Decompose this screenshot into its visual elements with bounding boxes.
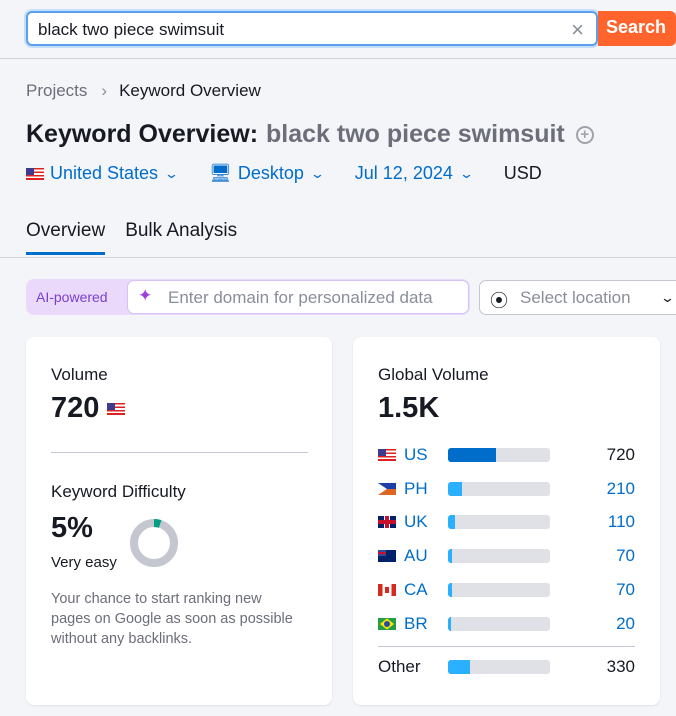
bar-track [448,616,550,631]
divider [378,646,635,647]
date-select[interactable]: Jul 12, 2024 ⌄ [354,163,474,184]
global-volume-card: Global Volume 1.5K US 720 PH 210 UK 110 … [353,337,660,705]
difficulty-rating: Very easy [51,554,117,571]
close-icon[interactable]: × [571,17,584,43]
tab-overview[interactable]: Overview [26,220,106,255]
bar-track [448,549,550,564]
title-label: Keyword Overview: [26,120,259,148]
bar-track [448,515,550,530]
page-title: Keyword Overview: black two piece swimsui… [26,120,594,149]
volume-label: Volume [51,365,108,384]
country-select[interactable]: United States ⌄ [26,163,180,184]
divider [0,58,676,59]
divider [0,257,676,258]
country-code[interactable]: BR [404,614,448,634]
country-code[interactable]: UK [404,512,448,532]
location-pin-icon: ⦿ [490,291,508,311]
date-label: Jul 12, 2024 [354,163,453,183]
other-label: Other [378,657,421,676]
us-flag-icon [26,167,44,180]
country-row-br: BR 20 [378,614,635,634]
search-button[interactable]: Search [598,11,676,46]
country-row-au: AU 70 [378,546,635,566]
breadcrumb-projects[interactable]: Projects [26,81,87,100]
other-row: Other 330 [378,657,635,677]
country-code[interactable]: US [404,445,448,465]
tab-bulk-analysis[interactable]: Bulk Analysis [125,220,237,255]
bar-fill [448,549,453,564]
chevron-down-icon: ⌄ [309,165,325,181]
country-row-us: US 720 [378,445,635,465]
bar-track [448,660,550,674]
bar-track [448,448,550,462]
us-flag-icon [378,449,396,461]
other-value: 330 [606,657,635,676]
country-row-ph: PH 210 [378,479,635,499]
breadcrumb-current: Keyword Overview [119,81,261,100]
sparkle-icon: ✦ [138,286,153,305]
difficulty-description: Your chance to start ranking new pages o… [51,591,293,647]
ai-powered-badge: AI-powered [36,289,108,305]
volume-value: 720 [51,392,100,424]
chevron-right-icon: › [101,81,108,100]
difficulty-donut [130,519,178,567]
bar-fill [448,582,453,597]
ph-flag-icon [378,482,396,495]
country-code[interactable]: CA [404,580,448,600]
breadcrumb: Projects › Keyword Overview [26,81,261,101]
country-row-uk: UK 110 [378,512,635,532]
volume-difficulty-card: Volume 720 Keyword Difficulty 5% Very ea… [26,337,332,705]
country-value[interactable]: 70 [616,580,635,600]
country-value[interactable]: 70 [616,546,635,566]
chevron-down-icon: ⌄ [659,290,676,305]
bar-fill [448,660,471,674]
chevron-down-icon: ⌄ [458,165,474,181]
location-select[interactable]: ⦿ Select location ⌄ [479,280,676,315]
filters-bar: United States ⌄ 🖥︎ Desktop ⌄ Jul 12, 2024 ⌄ … [26,163,574,184]
country-code[interactable]: AU [404,546,448,566]
domain-input[interactable]: ✦ Enter domain for personalized data [127,280,469,314]
us-flag-icon [107,402,126,415]
domain-placeholder: Enter domain for personalized data [168,288,433,307]
bar-fill [448,481,463,496]
bar-track [448,481,550,496]
device-label: Desktop [237,163,304,183]
country-code[interactable]: PH [404,479,448,499]
chevron-down-icon: ⌄ [163,165,180,181]
global-volume-value: 1.5K [378,392,440,424]
currency: USD [503,163,542,183]
au-flag-icon [378,550,396,563]
difficulty-label: Keyword Difficulty [51,482,186,501]
add-circle-icon[interactable]: + [575,126,594,145]
country-value[interactable]: 110 [608,512,635,532]
difficulty-value: 5% [51,512,93,544]
desktop-icon: 🖥︎ [208,163,232,183]
bar-fill [448,448,496,462]
global-volume-label: Global Volume [378,365,489,384]
tabs: Overview Bulk Analysis [26,220,257,255]
uk-flag-icon [378,516,396,529]
divider [51,452,308,453]
device-select[interactable]: 🖥︎ Desktop ⌄ [208,163,325,184]
ai-domain-field: AI-powered ✦ Enter domain for personaliz… [26,279,470,315]
country-row-ca: CA 70 [378,580,635,600]
title-keyword: black two piece swimsuit [266,120,565,148]
volume-value-wrap: 720 [51,392,126,425]
country-value: 720 [606,445,635,464]
bar-fill [448,515,456,530]
bar-track [448,582,550,597]
br-flag-icon [378,617,396,630]
location-placeholder: Select location [520,288,631,307]
country-value[interactable]: 210 [607,479,635,499]
country-label: United States [50,163,159,183]
ca-flag-icon [378,583,396,596]
bar-fill [448,616,452,631]
country-value[interactable]: 20 [616,614,635,634]
search-value[interactable]: black two piece swimsuit [38,20,224,40]
donut-track [130,519,178,567]
search-input[interactable]: black two piece swimsuit × [26,11,598,46]
